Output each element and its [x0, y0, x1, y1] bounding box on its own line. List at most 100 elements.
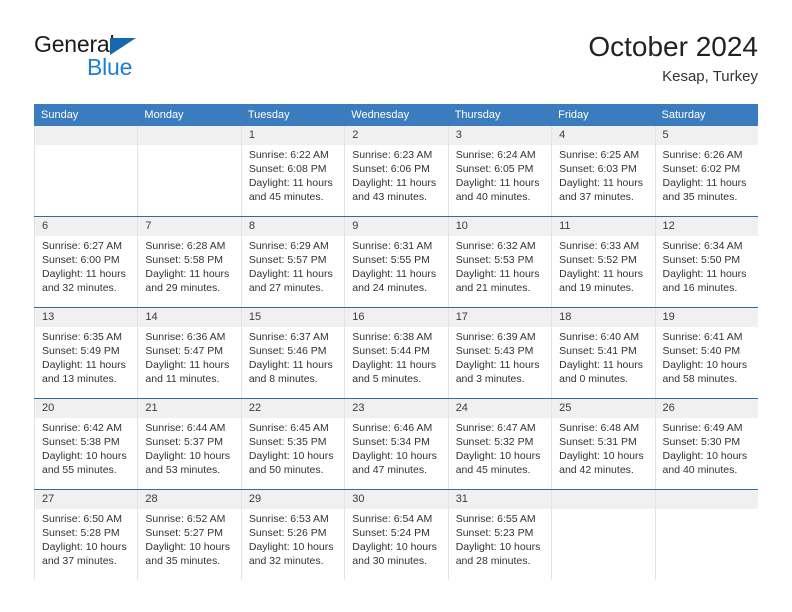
day-detail-line: and 37 minutes.	[42, 555, 117, 567]
calendar-day-cell-empty	[551, 490, 654, 580]
calendar-day-cell[interactable]: 28 Sunrise: 6:52 AM Sunset: 5:27 PM Dayligh…	[137, 490, 240, 580]
day-detail-line: and 43 minutes.	[352, 191, 427, 203]
calendar-day-cell[interactable]: 2 Sunrise: 6:23 AM Sunset: 6:06 PM Daylight…	[344, 126, 447, 216]
day-details: Sunrise: 6:42 AM Sunset: 5:38 PM Daylight:…	[41, 418, 131, 477]
day-detail-line: and 16 minutes.	[662, 282, 738, 294]
calendar-day-cell[interactable]: 23 Sunrise: 6:46 AM Sunset: 5:34 PM Dayligh…	[344, 399, 447, 489]
day-detail-line: Sunrise: 6:24 AM	[455, 149, 536, 161]
day-number: 1	[248, 129, 255, 141]
calendar-day-cell[interactable]: 27 Sunrise: 6:50 AM Sunset: 5:28 PM Dayligh…	[34, 490, 137, 580]
day-detail-line: Sunset: 5:50 PM	[662, 254, 741, 266]
day-detail-line: Sunset: 5:34 PM	[352, 436, 430, 448]
day-number: 6	[42, 220, 49, 232]
calendar-day-cell-empty	[137, 126, 240, 216]
day-detail-line: Sunrise: 6:54 AM	[352, 513, 433, 525]
calendar-day-cell[interactable]: 9 Sunrise: 6:31 AM Sunset: 5:55 PM Daylight…	[344, 217, 447, 307]
day-details: Sunrise: 6:32 AM Sunset: 5:53 PM Daylight:…	[455, 236, 545, 295]
calendar-week-row: 20 Sunrise: 6:42 AM Sunset: 5:38 PM Dayligh…	[34, 398, 758, 489]
calendar-day-cell[interactable]: 13 Sunrise: 6:35 AM Sunset: 5:49 PM Dayligh…	[34, 308, 137, 398]
calendar-day-cell[interactable]: 3 Sunrise: 6:24 AM Sunset: 6:05 PM Daylight…	[447, 126, 551, 216]
logo-triangle-icon	[110, 38, 136, 55]
calendar-day-cell[interactable]: 18 Sunrise: 6:40 AM Sunset: 5:41 PM Dayligh…	[551, 308, 654, 398]
calendar-day-cell[interactable]: 22 Sunrise: 6:45 AM Sunset: 5:35 PM Dayligh…	[240, 399, 344, 489]
weekday-header-monday: Monday	[144, 109, 184, 121]
calendar-week-row: 6 Sunrise: 6:27 AM Sunset: 6:00 PM Daylight…	[34, 216, 758, 307]
page-header: General Blue October 2024 Kesap, Turkey	[0, 0, 792, 100]
day-detail-line: Daylight: 11 hours	[559, 268, 643, 280]
day-number: 3	[455, 129, 462, 141]
day-detail-line: Daylight: 10 hours	[455, 450, 541, 462]
calendar-weeks: 1 Sunrise: 6:22 AM Sunset: 6:08 PM Daylight…	[34, 126, 758, 580]
calendar-page: General Blue October 2024 Kesap, Turkey …	[0, 0, 792, 612]
calendar-day-cell[interactable]: 25 Sunrise: 6:48 AM Sunset: 5:31 PM Dayligh…	[551, 399, 654, 489]
calendar-day-cell[interactable]: 26 Sunrise: 6:49 AM Sunset: 5:30 PM Dayligh…	[654, 399, 758, 489]
day-number: 12	[662, 220, 675, 232]
day-detail-line: Sunset: 5:46 PM	[248, 345, 327, 357]
day-detail-line: and 3 minutes.	[455, 373, 525, 385]
day-detail-line: Daylight: 11 hours	[559, 359, 643, 371]
day-detail-line: Sunset: 5:32 PM	[455, 436, 534, 448]
page-title: October 2024	[588, 31, 758, 62]
day-detail-line: Sunrise: 6:38 AM	[352, 331, 433, 343]
day-number: 29	[248, 493, 262, 505]
day-detail-line: Sunset: 5:55 PM	[352, 254, 430, 266]
calendar-day-cell[interactable]: 12 Sunrise: 6:34 AM Sunset: 5:50 PM Dayligh…	[654, 217, 758, 307]
day-detail-line: Daylight: 10 hours	[42, 541, 127, 553]
day-number: 8	[248, 220, 255, 232]
day-detail-line: Sunrise: 6:41 AM	[662, 331, 743, 343]
day-detail-line: and 55 minutes.	[42, 464, 117, 476]
day-details: Sunrise: 6:41 AM Sunset: 5:40 PM Daylight:…	[662, 327, 752, 386]
calendar-day-cell[interactable]: 5 Sunrise: 6:26 AM Sunset: 6:02 PM Daylight…	[654, 126, 758, 216]
day-detail-line: Sunset: 5:37 PM	[145, 436, 224, 448]
day-detail-line: Daylight: 11 hours	[145, 268, 230, 280]
calendar-day-cell[interactable]: 11 Sunrise: 6:33 AM Sunset: 5:52 PM Dayligh…	[551, 217, 654, 307]
calendar-day-cell[interactable]: 4 Sunrise: 6:25 AM Sunset: 6:03 PM Daylight…	[551, 126, 654, 216]
day-detail-line: and 29 minutes.	[145, 282, 221, 294]
day-detail-line: and 50 minutes.	[248, 464, 324, 476]
day-detail-line: Sunrise: 6:28 AM	[145, 240, 226, 252]
calendar-day-cell[interactable]: 14 Sunrise: 6:36 AM Sunset: 5:47 PM Dayligh…	[137, 308, 240, 398]
calendar-day-cell[interactable]: 16 Sunrise: 6:38 AM Sunset: 5:44 PM Dayligh…	[344, 308, 447, 398]
calendar-day-cell[interactable]: 29 Sunrise: 6:53 AM Sunset: 5:26 PM Dayligh…	[240, 490, 344, 580]
calendar-day-cell[interactable]: 8 Sunrise: 6:29 AM Sunset: 5:57 PM Daylight…	[240, 217, 344, 307]
calendar-day-cell[interactable]: 6 Sunrise: 6:27 AM Sunset: 6:00 PM Daylight…	[34, 217, 137, 307]
calendar-day-cell[interactable]: 31 Sunrise: 6:55 AM Sunset: 5:23 PM Dayligh…	[447, 490, 551, 580]
calendar-day-cell[interactable]: 15 Sunrise: 6:37 AM Sunset: 5:46 PM Dayligh…	[240, 308, 344, 398]
calendar-day-cell[interactable]: 30 Sunrise: 6:54 AM Sunset: 5:24 PM Dayligh…	[344, 490, 447, 580]
day-detail-line: Daylight: 10 hours	[42, 450, 127, 462]
calendar-day-cell[interactable]: 21 Sunrise: 6:44 AM Sunset: 5:37 PM Dayligh…	[137, 399, 240, 489]
calendar-day-cell[interactable]: 20 Sunrise: 6:42 AM Sunset: 5:38 PM Dayligh…	[34, 399, 137, 489]
day-detail-line: Daylight: 10 hours	[145, 541, 231, 553]
day-detail-line: and 37 minutes.	[559, 191, 634, 203]
day-detail-line: Sunset: 5:31 PM	[559, 436, 637, 448]
calendar-week-row: 13 Sunrise: 6:35 AM Sunset: 5:49 PM Dayligh…	[34, 307, 758, 398]
calendar-day-cell[interactable]: 24 Sunrise: 6:47 AM Sunset: 5:32 PM Dayligh…	[447, 399, 551, 489]
calendar-day-cell[interactable]: 19 Sunrise: 6:41 AM Sunset: 5:40 PM Dayligh…	[654, 308, 758, 398]
day-detail-line: Daylight: 11 hours	[248, 268, 333, 280]
day-detail-line: Sunrise: 6:34 AM	[662, 240, 743, 252]
day-number: 10	[455, 220, 468, 232]
day-number: 19	[662, 311, 675, 323]
day-details: Sunrise: 6:26 AM Sunset: 6:02 PM Daylight:…	[662, 145, 752, 204]
calendar-day-cell[interactable]: 10 Sunrise: 6:32 AM Sunset: 5:53 PM Dayligh…	[447, 217, 551, 307]
day-details: Sunrise: 6:54 AM Sunset: 5:24 PM Daylight:…	[351, 509, 441, 568]
calendar-week-row: 1 Sunrise: 6:22 AM Sunset: 6:08 PM Daylight…	[34, 126, 758, 216]
day-detail-line: Sunrise: 6:25 AM	[559, 149, 640, 161]
day-detail-line: and 40 minutes.	[455, 191, 531, 203]
calendar-day-cell[interactable]: 17 Sunrise: 6:39 AM Sunset: 5:43 PM Dayligh…	[447, 308, 551, 398]
day-details: Sunrise: 6:22 AM Sunset: 6:08 PM Daylight:…	[248, 145, 338, 204]
calendar-day-cell[interactable]: 1 Sunrise: 6:22 AM Sunset: 6:08 PM Daylight…	[240, 126, 344, 216]
day-details: Sunrise: 6:53 AM Sunset: 5:26 PM Daylight:…	[248, 509, 338, 568]
calendar-day-cell[interactable]: 7 Sunrise: 6:28 AM Sunset: 5:58 PM Daylight…	[137, 217, 240, 307]
day-detail-line: Daylight: 11 hours	[662, 177, 747, 189]
day-number: 11	[559, 220, 571, 232]
day-detail-line: Sunrise: 6:49 AM	[662, 422, 743, 434]
day-detail-line: and 24 minutes.	[352, 282, 427, 294]
day-detail-line: and 28 minutes.	[455, 555, 531, 567]
day-detail-line: and 32 minutes.	[248, 555, 324, 567]
day-detail-line: and 45 minutes.	[248, 191, 324, 203]
day-detail-line: Sunrise: 6:31 AM	[352, 240, 433, 252]
day-detail-line: Sunset: 6:00 PM	[42, 254, 120, 266]
day-number: 30	[352, 493, 365, 505]
day-detail-line: and 21 minutes.	[455, 282, 531, 294]
